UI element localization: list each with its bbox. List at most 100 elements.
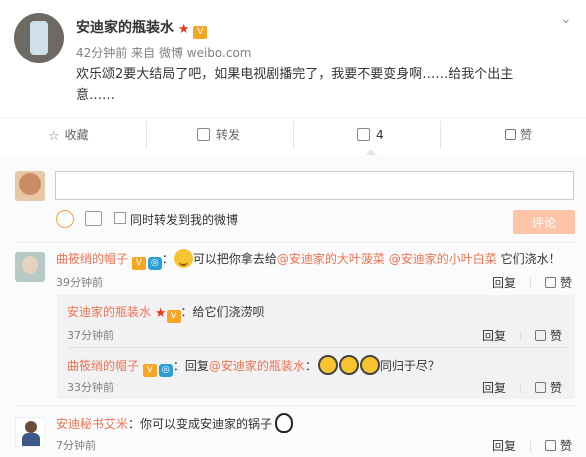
devil-emoji-icon [275, 413, 294, 433]
camera-badge-icon[interactable]: ◎ [158, 364, 173, 377]
comment-time: 39分钟前 [56, 276, 103, 289]
comment-body: 安迪家的瓶装水 ★ V ：给它们浇涝呗 [67, 303, 265, 323]
comment-body: 安迪秘书艾米：你可以变成安迪家的锅子 [56, 413, 294, 434]
divider [519, 331, 521, 341]
like-thumb-icon [534, 382, 546, 393]
vip-badge-icon[interactable]: V [166, 310, 181, 323]
divider [519, 383, 521, 393]
comment-button[interactable]: 4 [357, 127, 384, 143]
reply-button[interactable]: 回复 [492, 276, 516, 290]
avatar[interactable] [15, 417, 45, 447]
favorite-star-icon: ☆ [48, 129, 60, 144]
comment-text: 可以把你拿去给 [192, 252, 277, 266]
comment-user[interactable]: 曲筱绡的帽子 [67, 359, 139, 373]
dog-emoji-icon [173, 249, 193, 268]
like-label: 赞 [549, 329, 562, 343]
image-icon[interactable] [85, 211, 102, 226]
post-text: 欢乐颂2要大结局了吧，如果电视剧播完了，我要不要变身啊……给我个出主 意…… [76, 64, 576, 106]
divider [293, 121, 294, 149]
post-text-line1: 欢乐颂2要大结局了吧，如果电视剧播完了，我要不要变身啊……给我个出主 [76, 67, 514, 82]
reply-button[interactable]: 回复 [482, 381, 506, 395]
post-author-name[interactable]: 安迪家的瓶装水 [76, 20, 174, 36]
like-button[interactable]: 赞 [544, 276, 572, 290]
comment-colon: ： [161, 252, 174, 266]
like-thumb-icon [534, 330, 546, 341]
like-label: 赞 [549, 381, 562, 395]
favorite-button[interactable]: ☆ 收藏 [48, 127, 89, 144]
like-button[interactable]: 赞 [534, 381, 562, 395]
close-icon[interactable]: ⌄ [560, 12, 574, 26]
favorite-label: 收藏 [64, 128, 89, 142]
vip-badge-icon[interactable]: V [131, 257, 146, 270]
emoji-icon[interactable] [56, 210, 74, 228]
like-button[interactable]: 赞 [544, 439, 572, 453]
forward-button[interactable]: 转发 [197, 127, 240, 143]
comment-user[interactable]: 安迪秘书艾米 [56, 417, 128, 431]
like-label: 赞 [559, 276, 572, 290]
forward-label: 转发 [216, 128, 241, 142]
comment-divider [14, 405, 575, 406]
avatar[interactable] [15, 252, 45, 282]
like-thumb-icon [544, 440, 556, 451]
comment-actions: 回复 赞 [478, 437, 572, 454]
post-text-line2: 意…… [76, 88, 116, 103]
crying-emoji-icon [338, 355, 359, 375]
vip-badge-icon[interactable]: V [193, 26, 208, 39]
comment-text: 给它们浇涝呗 [192, 305, 265, 319]
compose-divider [14, 242, 575, 243]
verified-star-icon: ★ [177, 22, 190, 37]
comment-body: 曲筱绡的帽子 V ◎ ：回复@安迪家的瓶装水： 同归于尽？ [67, 355, 440, 377]
post-source[interactable]: 微博 weibo.com [159, 46, 252, 60]
post-meta: 42分钟前 来自 微博 weibo.com [76, 44, 252, 61]
like-button[interactable]: 赞 [534, 329, 562, 343]
post-author-avatar[interactable] [14, 13, 64, 63]
comment-actions: 回复 赞 [468, 327, 562, 344]
mention-link[interactable]: @安迪家的瓶装水 [209, 359, 305, 373]
comment-colon: ： [172, 359, 185, 373]
divider [440, 121, 441, 149]
comment-colon: ： [180, 305, 193, 319]
comment-text: 你可以变成安迪家的锅子 [140, 417, 273, 431]
reply-divider [67, 347, 567, 348]
divider [529, 278, 531, 288]
also-forward-label: 同时转发到我的微博 [130, 213, 239, 227]
camera-badge-icon[interactable]: ◎ [147, 257, 162, 270]
like-thumb-icon [505, 129, 516, 140]
comment-colon: ： [304, 359, 317, 373]
comment-user[interactable]: 曲筱绡的帽子 [56, 252, 128, 266]
submit-comment-button[interactable]: 评论 [513, 210, 575, 234]
comment-actions: 回复 赞 [478, 274, 572, 291]
action-bar-top-border [0, 117, 586, 118]
comment-actions: 回复 赞 [468, 379, 562, 396]
divider [146, 121, 147, 149]
my-avatar [15, 171, 45, 201]
comment-user[interactable]: 安迪家的瓶装水 [67, 305, 151, 319]
like-label: 赞 [559, 439, 572, 453]
comment-text: 同归于尽？ [379, 359, 440, 373]
verified-star-icon: ★ [154, 306, 167, 321]
comment-input[interactable] [55, 171, 574, 200]
also-forward-checkbox[interactable] [114, 212, 126, 224]
comment-body: 曲筱绡的帽子 V ◎： 可以把你拿去给@安迪家的大叶菠菜 @安迪家的小叶白菜 它们浇… [56, 249, 576, 270]
comment-time: 37分钟前 [67, 329, 114, 342]
reply-button[interactable]: 回复 [482, 329, 506, 343]
comment-icon [357, 128, 370, 141]
crying-emoji-icon [317, 355, 338, 375]
forward-icon [197, 128, 210, 141]
comment-count: 4 [376, 128, 384, 142]
comment-text: 回复 [184, 359, 209, 373]
vip-badge-icon[interactable]: V [142, 364, 157, 377]
post-author-row: 安迪家的瓶装水 ★ V [76, 19, 208, 39]
like-label: 赞 [520, 128, 533, 142]
like-button[interactable]: 赞 [505, 127, 532, 143]
mention-link[interactable]: @安迪家的大叶菠菜 [277, 252, 385, 266]
comment-time: 7分钟前 [56, 439, 96, 452]
reply-button[interactable]: 回复 [492, 439, 516, 453]
comment-time: 33分钟前 [67, 381, 114, 394]
post-time[interactable]: 42分钟前 [76, 46, 127, 60]
comment-colon: ： [128, 417, 141, 431]
divider [529, 441, 531, 451]
like-thumb-icon [544, 277, 556, 288]
comment-text: 它们浇水！ [500, 252, 561, 266]
mention-link[interactable]: @安迪家的小叶白菜 [389, 252, 497, 266]
